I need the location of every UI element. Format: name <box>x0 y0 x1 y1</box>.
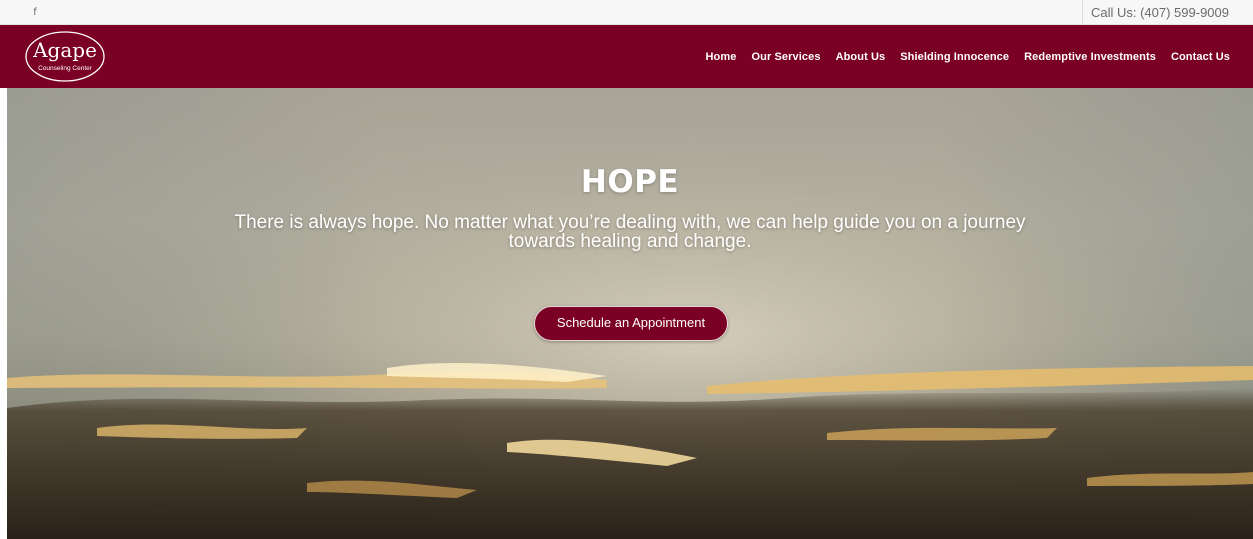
nav-our-services[interactable]: Our Services <box>751 51 820 63</box>
logo-emblem: Agape Counseling Center <box>25 31 105 82</box>
hero-title: HOPE <box>580 164 680 200</box>
top-bar-divider <box>1082 0 1083 25</box>
logo-text: Agape <box>32 38 97 62</box>
logo-subtext: Counseling Center <box>38 65 93 72</box>
facebook-icon[interactable]: f <box>28 5 42 21</box>
nav-about-us[interactable]: About Us <box>836 51 886 63</box>
call-us-text: Call Us: (407) 599-9009 <box>1090 5 1229 20</box>
hero-section: HOPE There is always hope. No matter wha… <box>7 88 1253 539</box>
main-nav: Home Our Services About Us Shielding Inn… <box>706 25 1230 88</box>
nav-redemptive-investments[interactable]: Redemptive Investments <box>1024 51 1156 63</box>
top-bar: f Call Us: (407) 599-9009 <box>0 0 1253 25</box>
nav-home[interactable]: Home <box>706 51 737 63</box>
nav-contact-us[interactable]: Contact Us <box>1171 51 1230 63</box>
nav-shielding-innocence[interactable]: Shielding Innocence <box>900 51 1009 63</box>
site-logo[interactable]: Agape Counseling Center <box>24 30 106 83</box>
hero-subtitle: There is always hope. No matter what you… <box>234 212 1026 252</box>
page: f Call Us: (407) 599-9009 Agape Counseli… <box>0 0 1253 539</box>
site-header: Agape Counseling Center Home Our Service… <box>0 25 1253 88</box>
schedule-appointment-button[interactable]: Schedule an Appointment <box>534 306 728 341</box>
